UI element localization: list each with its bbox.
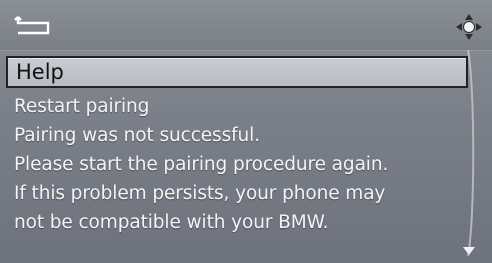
menu-item-help-label: Help — [16, 59, 64, 84]
controller-dpad-icon — [454, 12, 484, 42]
help-content: Help Restart pairing Pairing was not suc… — [0, 50, 492, 263]
message-line: If this problem persists, your phone may — [14, 183, 386, 204]
help-message: Restart pairing Pairing was not successf… — [14, 92, 464, 237]
message-line: Pairing was not successful. — [14, 125, 260, 146]
message-line: Restart pairing — [14, 96, 150, 117]
scroll-down-arrow-icon — [462, 242, 476, 255]
back-arrow-icon — [14, 16, 50, 35]
scrollbar[interactable] — [466, 48, 478, 258]
message-line: Please start the pairing procedure again… — [14, 154, 389, 175]
back-button[interactable] — [12, 11, 56, 39]
message-line: not be compatible with your BMW. — [14, 212, 329, 233]
menu-item-help[interactable]: Help — [6, 56, 468, 88]
idrive-screen: Help Restart pairing Pairing was not suc… — [0, 0, 492, 263]
title-bar — [0, 0, 492, 51]
